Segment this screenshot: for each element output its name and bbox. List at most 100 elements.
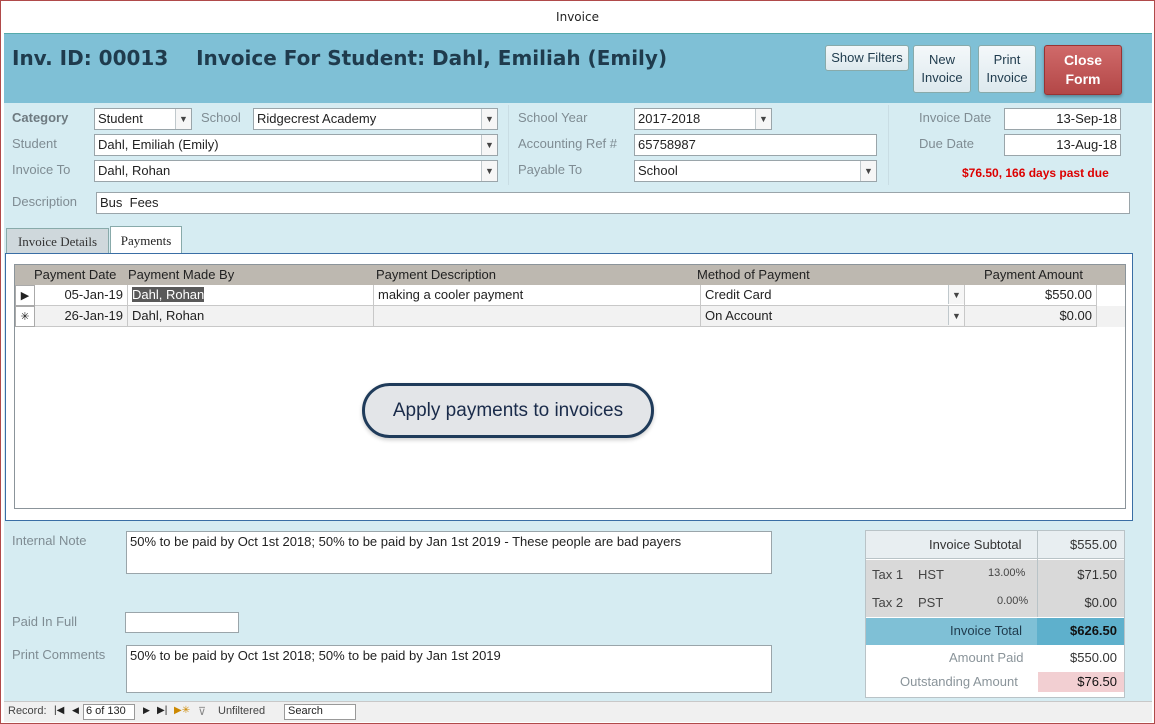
school-year-select[interactable]: 2017-2018 ▼ — [634, 108, 772, 130]
invoice-to-select[interactable]: Dahl, Rohan ▼ — [94, 160, 498, 182]
print-comments-field[interactable]: 50% to be paid by Oct 1st 2018; 50% to b… — [126, 645, 772, 693]
invoice-date-field[interactable]: 13-Sep-18 — [1004, 108, 1121, 130]
method-of-payment-value: On Account — [705, 308, 773, 323]
chevron-down-icon[interactable]: ▼ — [175, 109, 191, 129]
first-record-icon[interactable]: |◀ — [54, 705, 64, 716]
column-header[interactable]: Payment Description — [376, 267, 496, 282]
payable-to-select[interactable]: School ▼ — [634, 160, 877, 182]
new-record-nav-icon[interactable]: ▶✳ — [174, 705, 190, 716]
chevron-down-icon[interactable]: ▼ — [481, 161, 497, 181]
print-invoice-label-1: Print — [993, 52, 1021, 68]
new-invoice-label-2: Invoice — [921, 70, 963, 85]
print-invoice-button[interactable]: Print Invoice — [978, 45, 1036, 93]
record-label: Record: — [8, 705, 47, 717]
callout-bubble: Apply payments to invoices — [362, 383, 654, 438]
search-input[interactable]: Search — [284, 704, 356, 720]
column-header[interactable]: Payment Amount — [984, 267, 1083, 282]
due-date-field[interactable]: 13-Aug-18 — [1004, 134, 1121, 156]
tax1-label: Tax 1 — [872, 567, 904, 582]
internal-note-field[interactable]: 50% to be paid by Oct 1st 2018; 50% to b… — [126, 531, 772, 574]
filter-icon: ⊽ — [198, 706, 207, 718]
school-select[interactable]: Ridgecrest Academy ▼ — [253, 108, 498, 130]
record-selector-icon[interactable]: ▶ — [15, 285, 35, 306]
student-select[interactable]: Dahl, Emiliah (Emily) ▼ — [94, 134, 498, 156]
print-comments-label: Print Comments — [12, 647, 106, 662]
chevron-down-icon[interactable]: ▼ — [481, 135, 497, 155]
payment-amount-cell[interactable]: $0.00 — [965, 306, 1097, 327]
column-header[interactable]: Method of Payment — [697, 267, 810, 282]
payable-to-value: School — [638, 163, 678, 178]
accounting-ref-label: Accounting Ref # — [518, 136, 618, 151]
record-navigation-bar: Record: |◀ ◀ 6 of 130 ▶ ▶| ▶✳ ⊽ Unfilter… — [4, 701, 1152, 722]
method-of-payment-value: Credit Card — [705, 287, 772, 302]
description-field[interactable]: Bus Fees — [96, 192, 1130, 214]
payment-description-cell[interactable] — [374, 306, 701, 327]
table-row[interactable]: ✳ 26-Jan-19 Dahl, Rohan On Account ▼ $0.… — [15, 306, 1125, 327]
column-header[interactable]: Payment Date — [34, 267, 116, 282]
invoice-to-label: Invoice To — [12, 162, 71, 177]
chevron-down-icon[interactable]: ▼ — [948, 306, 964, 325]
payment-description-cell[interactable]: making a cooler payment — [374, 285, 701, 306]
table-row[interactable]: ▶ 05-Jan-19 Dahl, Rohan making a cooler … — [15, 285, 1125, 306]
payment-made-by-cell[interactable]: Dahl, Rohan — [128, 285, 374, 306]
tab-payments[interactable]: Payments — [110, 226, 182, 254]
category-label: Category — [12, 110, 69, 125]
next-record-icon[interactable]: ▶ — [143, 705, 150, 716]
chevron-down-icon[interactable]: ▼ — [481, 109, 497, 129]
tab-invoice-details[interactable]: Invoice Details — [6, 228, 109, 254]
current-record-field[interactable]: 6 of 130 — [83, 704, 135, 720]
new-invoice-button[interactable]: New Invoice — [913, 45, 971, 93]
outstanding-amount-label: Outstanding Amount — [900, 674, 1018, 689]
amount-paid-label: Amount Paid — [949, 650, 1024, 665]
window-title: Invoice — [1, 1, 1154, 33]
tax1-name: HST — [918, 567, 944, 582]
due-date-label: Due Date — [919, 136, 974, 151]
close-form-label-1: Close — [1063, 52, 1103, 69]
tax2-label: Tax 2 — [872, 595, 904, 610]
category-select[interactable]: Student ▼ — [94, 108, 192, 130]
chevron-down-icon[interactable]: ▼ — [755, 109, 771, 129]
payment-made-by-value: Dahl, Rohan — [132, 287, 205, 302]
past-due-notice: $76.50, 166 days past due — [962, 166, 1109, 180]
payments-grid-header: Payment Date Payment Made By Payment Des… — [15, 265, 1125, 285]
last-record-icon[interactable]: ▶| — [157, 705, 167, 716]
show-filters-button[interactable]: Show Filters — [825, 45, 909, 71]
tax1-rate: 13.00% — [988, 567, 1026, 579]
school-year-value: 2017-2018 — [638, 111, 701, 126]
totals-divider — [1037, 560, 1038, 617]
tax2-value: $0.00 — [1084, 595, 1117, 610]
close-form-label-2: Form — [1065, 71, 1101, 87]
payable-to-label: Payable To — [518, 162, 583, 177]
print-invoice-label-2: Invoice — [986, 70, 1028, 85]
column-header[interactable]: Payment Made By — [128, 267, 234, 282]
paid-in-full-label: Paid In Full — [12, 614, 78, 629]
section-divider — [508, 105, 509, 185]
chevron-down-icon[interactable]: ▼ — [948, 285, 964, 304]
method-of-payment-cell[interactable]: Credit Card ▼ — [701, 285, 965, 306]
school-label: School — [201, 110, 241, 125]
description-label: Description — [12, 194, 78, 209]
new-record-icon[interactable]: ✳ — [15, 306, 35, 327]
school-value: Ridgecrest Academy — [257, 111, 377, 126]
method-of-payment-cell[interactable]: On Account ▼ — [701, 306, 965, 327]
previous-record-icon[interactable]: ◀ — [72, 705, 79, 716]
payment-amount-cell[interactable]: $550.00 — [965, 285, 1097, 306]
chevron-down-icon[interactable]: ▼ — [860, 161, 876, 181]
tax1-value: $71.50 — [1077, 567, 1117, 582]
invoice-total-label: Invoice Total — [950, 623, 1023, 638]
close-form-button[interactable]: Close Form — [1044, 45, 1122, 95]
student-label: Student — [12, 136, 57, 151]
paid-in-full-field[interactable] — [125, 612, 239, 633]
payment-date-cell[interactable]: 26-Jan-19 — [35, 306, 128, 327]
category-value: Student — [98, 111, 143, 126]
amount-paid-value: $550.00 — [1070, 650, 1117, 665]
internal-note-label: Internal Note — [12, 533, 87, 548]
filter-status[interactable]: Unfiltered — [218, 705, 265, 717]
section-divider — [888, 105, 889, 185]
payment-date-cell[interactable]: 05-Jan-19 — [35, 285, 128, 306]
payment-made-by-cell[interactable]: Dahl, Rohan — [128, 306, 374, 327]
tax2-name: PST — [918, 595, 944, 610]
invoice-total-value: $626.50 — [1070, 623, 1117, 638]
new-invoice-label-1: New — [928, 52, 955, 68]
accounting-ref-field[interactable]: 65758987 — [634, 134, 877, 156]
